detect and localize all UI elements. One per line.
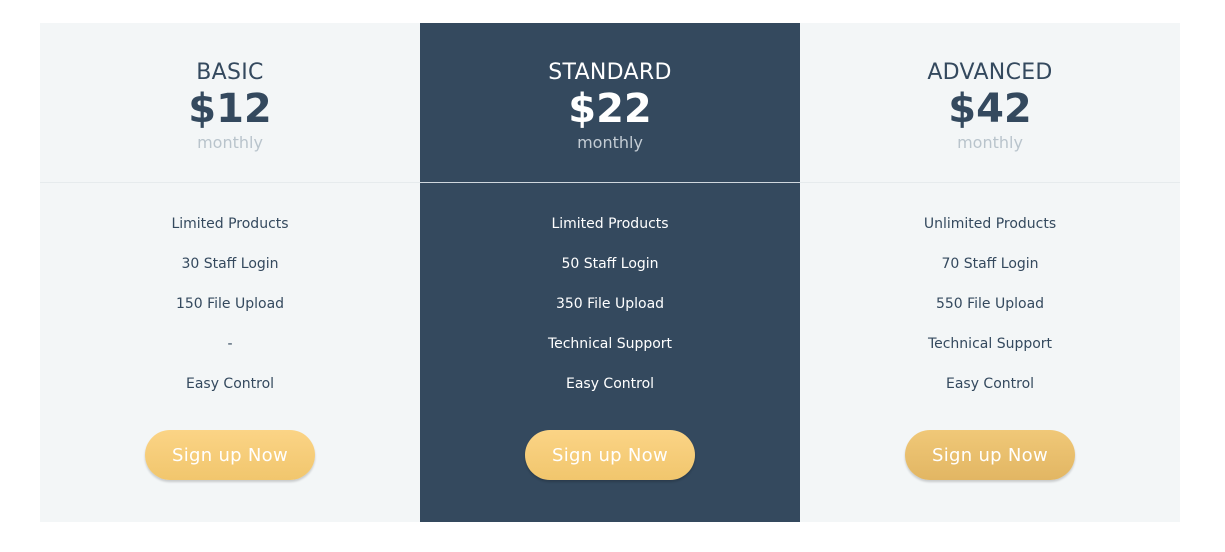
feature-list: Unlimited Products 70 Staff Login 550 Fi… (800, 213, 1180, 413)
feature-item: 350 File Upload (555, 296, 665, 312)
feature-item: 50 Staff Login (561, 256, 659, 272)
feature-item: Easy Control (185, 376, 275, 392)
sign-up-button-standard[interactable]: Sign up Now (525, 430, 695, 480)
feature-item: Technical Support (547, 336, 673, 352)
feature-item: Limited Products (171, 216, 289, 232)
feature-item: 550 File Upload (935, 296, 1045, 312)
plan-standard: STANDARD $22 monthly Limited Products 50… (420, 23, 800, 522)
plan-header: ADVANCED $42 monthly (800, 23, 1180, 183)
plan-header: STANDARD $22 monthly (420, 23, 800, 183)
feature-item: 30 Staff Login (181, 256, 279, 272)
plan-name: STANDARD (548, 60, 672, 85)
feature-list: Limited Products 30 Staff Login 150 File… (40, 213, 420, 413)
sign-up-button-basic[interactable]: Sign up Now (145, 430, 315, 480)
plan-name: ADVANCED (927, 60, 1053, 85)
feature-item: Technical Support (927, 336, 1053, 352)
feature-item: Unlimited Products (923, 216, 1057, 232)
plan-period: monthly (957, 133, 1023, 152)
plan-advanced: ADVANCED $42 monthly Unlimited Products … (800, 23, 1180, 522)
plan-basic: BASIC $12 monthly Limited Products 30 St… (40, 23, 420, 522)
feature-item: Easy Control (945, 376, 1035, 392)
feature-item: 70 Staff Login (941, 256, 1039, 272)
plan-period: monthly (577, 133, 643, 152)
feature-item: 150 File Upload (175, 296, 285, 312)
sign-up-button-advanced[interactable]: Sign up Now (905, 430, 1075, 480)
feature-list: Limited Products 50 Staff Login 350 File… (420, 213, 800, 413)
feature-item: - (227, 336, 233, 352)
pricing-table: BASIC $12 monthly Limited Products 30 St… (40, 23, 1180, 522)
plan-header: BASIC $12 monthly (40, 23, 420, 183)
plan-price: $22 (568, 86, 652, 132)
plan-period: monthly (197, 133, 263, 152)
plan-name: BASIC (196, 60, 264, 85)
feature-item: Easy Control (565, 376, 655, 392)
plan-price: $42 (948, 86, 1032, 132)
plan-price: $12 (188, 86, 272, 132)
feature-item: Limited Products (551, 216, 669, 232)
